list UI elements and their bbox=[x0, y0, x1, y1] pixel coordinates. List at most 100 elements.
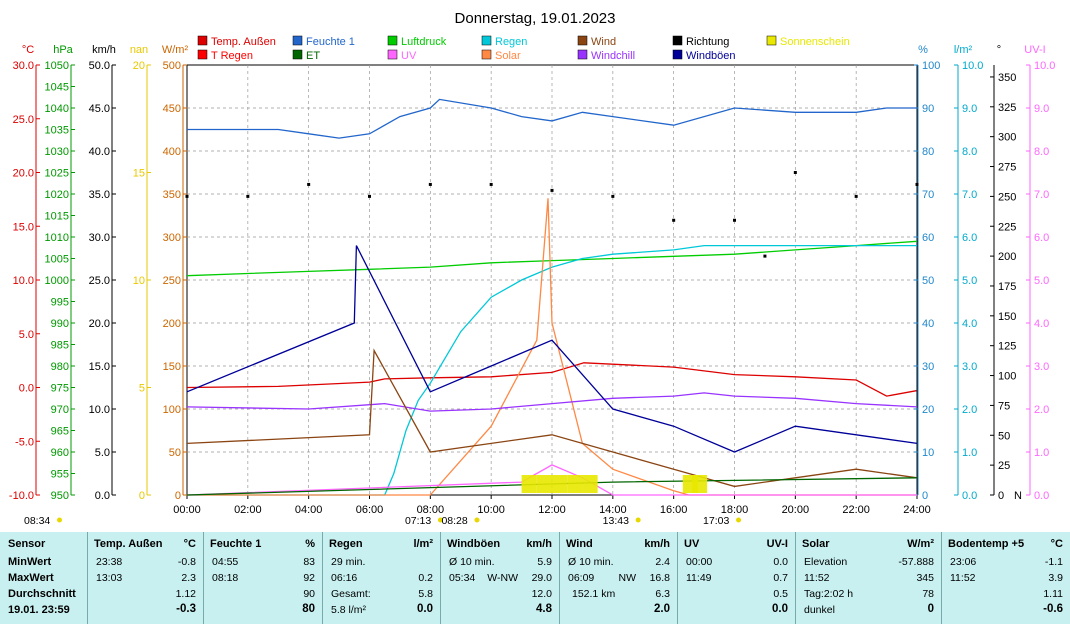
table-cell: 1.11 bbox=[1043, 588, 1063, 600]
left-axis-tick-label: 1025 bbox=[45, 168, 69, 180]
right-axis-unit: l/m² bbox=[954, 44, 973, 56]
section-heading: Wind bbox=[566, 538, 593, 550]
section-unit: l/m² bbox=[413, 538, 433, 550]
legend-swatch bbox=[577, 35, 588, 46]
right-axis-tick-label: 80 bbox=[922, 146, 934, 158]
series-sonnenschein-bar bbox=[552, 475, 568, 493]
right-axis-tick-label: 7.0 bbox=[962, 189, 977, 201]
table-cell: 5.8 bbox=[418, 588, 433, 600]
sun-marker-dot bbox=[736, 517, 742, 523]
x-tick-label: 10:00 bbox=[477, 504, 505, 516]
table-cell: -0.6 bbox=[1043, 603, 1063, 615]
right-axis-unit: % bbox=[918, 44, 928, 56]
table-cell: 4.8 bbox=[536, 603, 552, 615]
right-axis-tick-label: 75 bbox=[998, 400, 1010, 412]
series-richtung-point bbox=[611, 194, 615, 198]
left-axis-tick-label: 15.0 bbox=[13, 221, 34, 233]
table-cell: 0.7 bbox=[773, 572, 788, 584]
left-axis-tick-label: 10.0 bbox=[89, 404, 110, 416]
section-unit: km/h bbox=[644, 538, 670, 550]
right-axis-tick-label: 175 bbox=[998, 281, 1016, 293]
left-axis-tick-label: 1020 bbox=[45, 189, 69, 201]
section-heading: Temp. Außen bbox=[94, 538, 163, 550]
right-axis-tick-label: 0.0 bbox=[1034, 490, 1049, 502]
right-axis-tick-label: 70 bbox=[922, 189, 934, 201]
table-cell: -0.8 bbox=[177, 556, 196, 568]
table-cell: 0.0 bbox=[417, 603, 433, 615]
series-richtung-point bbox=[733, 218, 736, 222]
table-cell: -57.888 bbox=[898, 556, 934, 568]
left-axis-unit: km/h bbox=[92, 44, 116, 56]
left-axis-tick-label: 1010 bbox=[45, 232, 69, 244]
section-unit: °C bbox=[183, 538, 196, 550]
legend-label: Regen bbox=[495, 36, 527, 48]
legend-swatch bbox=[481, 35, 492, 46]
right-axis-tick-label: 10.0 bbox=[962, 60, 983, 72]
left-axis-tick-label: 5.0 bbox=[95, 447, 110, 459]
right-axis-tick-label: 100 bbox=[922, 60, 940, 72]
left-axis-tick-label: 10.0 bbox=[13, 275, 34, 287]
table-cell: 29 min. bbox=[331, 556, 366, 568]
left-axis-tick-label: -5.0 bbox=[15, 436, 34, 448]
table-cell: 152.1 km bbox=[572, 588, 616, 600]
legend-label: Wind bbox=[591, 36, 616, 48]
weather-chart: Donnerstag, 19.01.2023 Temp. Außen Feuchte… bbox=[9, 10, 1056, 527]
series-sonnenschein-bar bbox=[691, 475, 708, 493]
series-richtung-point bbox=[672, 218, 676, 222]
table-cell: 11:52 bbox=[950, 572, 976, 584]
sun-marker-dot bbox=[474, 517, 480, 523]
series-richtung-point bbox=[428, 182, 432, 186]
x-tick-label: 04:00 bbox=[295, 504, 323, 516]
left-axis-tick-label: 50.0 bbox=[89, 60, 110, 72]
legend-swatch bbox=[197, 49, 208, 60]
left-axis-tick-label: 45.0 bbox=[89, 103, 110, 115]
left-axis-tick-label: 500 bbox=[163, 60, 181, 72]
table-cell: 00:00 bbox=[686, 556, 713, 568]
right-axis-tick-label: 6.0 bbox=[1034, 232, 1049, 244]
right-axis-tick-label: 1.0 bbox=[1034, 447, 1049, 459]
legend-label: Sonnenschein bbox=[780, 36, 850, 48]
legend-label: Temp. Außen bbox=[211, 36, 276, 48]
x-tick-label: 00:00 bbox=[173, 504, 201, 516]
table-cell: 23:38 bbox=[96, 556, 123, 568]
left-axis-tick-label: 0 bbox=[175, 490, 181, 502]
left-axis-unit: W/m² bbox=[162, 44, 189, 56]
left-axis-tick-label: 15 bbox=[133, 168, 145, 180]
left-axis-tick-label: 950 bbox=[51, 490, 69, 502]
table-cell: 0.0 bbox=[772, 603, 788, 615]
legend-swatch bbox=[292, 35, 303, 46]
left-axis-tick-label: 975 bbox=[51, 383, 69, 395]
right-axis-unit: ° bbox=[997, 44, 1001, 56]
left-axis-tick-label: 960 bbox=[51, 447, 69, 459]
section-unit: % bbox=[305, 538, 315, 550]
right-axis-tick-label: 1.0 bbox=[962, 447, 977, 459]
table-cell: 92 bbox=[303, 572, 315, 584]
row-label: Durchschnitt bbox=[8, 588, 76, 600]
sun-marker-dot bbox=[635, 517, 641, 523]
table-cell: 78 bbox=[922, 588, 934, 600]
section-unit: UV-I bbox=[766, 538, 788, 550]
x-tick-label: 16:00 bbox=[660, 504, 688, 516]
left-axis-tick-label: 25.0 bbox=[89, 275, 110, 287]
table-cell: 05:34 bbox=[449, 572, 476, 584]
right-axis-tick-label: 250 bbox=[998, 191, 1016, 203]
sun-marker-dot bbox=[57, 517, 62, 523]
legend-swatch bbox=[387, 35, 398, 46]
legend-label: Windböen bbox=[686, 50, 736, 62]
table-cell: -1.1 bbox=[1044, 556, 1063, 568]
left-axis-tick-label: 25.0 bbox=[13, 114, 34, 126]
table-cell: 0.5 bbox=[773, 588, 788, 600]
table-cell: 23:06 bbox=[950, 556, 977, 568]
right-axis-tick-label: 40 bbox=[922, 318, 934, 330]
left-axis-tick-label: 250 bbox=[163, 275, 181, 287]
right-axis-tick-label: 4.0 bbox=[962, 318, 977, 330]
table-section: Solar W/m² Elevation -57.888 11:52 345 Tag:2:0… bbox=[795, 532, 942, 624]
table-cell: 2.4 bbox=[655, 556, 670, 568]
table-cell: 2.0 bbox=[654, 603, 670, 615]
series-richtung-point bbox=[246, 194, 250, 198]
sun-marker-label: 13:43 bbox=[603, 515, 629, 527]
right-axis-tick-label: 225 bbox=[998, 221, 1016, 233]
table-cell: 345 bbox=[916, 572, 934, 584]
left-axis-tick-label: 20.0 bbox=[13, 168, 34, 180]
right-axis-tick-label: 7.0 bbox=[1034, 189, 1049, 201]
